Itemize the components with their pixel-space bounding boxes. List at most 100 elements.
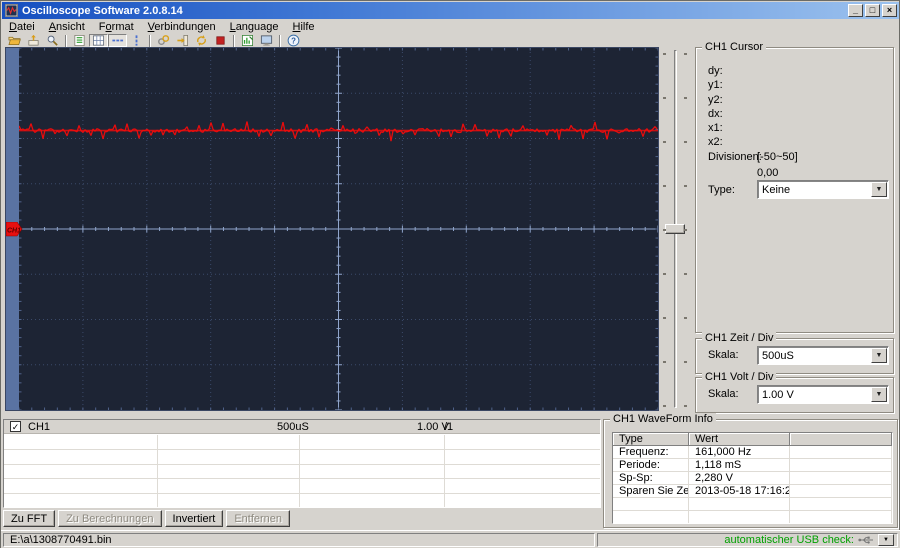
channel-buttons: Zu FFT Zu Berechnungen Invertiert Entfernen: [3, 510, 291, 528]
info-cell: [790, 511, 892, 523]
info-cell: Sparen Sie Zeit:: [613, 485, 689, 497]
connect-icon[interactable]: [154, 34, 173, 47]
list-row-empty[interactable]: [4, 450, 600, 465]
minimize-button[interactable]: _: [848, 4, 863, 17]
close-button[interactable]: ×: [882, 4, 897, 17]
grid-icon[interactable]: [89, 34, 108, 47]
info-cell: 2013-05-18 17:16:28: [689, 485, 790, 497]
open-folder-icon[interactable]: [5, 34, 24, 47]
horizontal-cursor-icon[interactable]: [108, 34, 127, 47]
cursor-type-select[interactable]: Keine ▼: [757, 180, 889, 199]
time-div-group: CH1 Zeit / Div Skala: 500uS ▼: [695, 332, 894, 374]
info-cell: 161,000 Hz: [689, 446, 790, 458]
refresh-icon[interactable]: [192, 34, 211, 47]
print-preview-icon[interactable]: [43, 34, 62, 47]
slider-thumb[interactable]: [665, 224, 685, 234]
to-calculations-button: Zu Berechnungen: [58, 510, 162, 527]
time-div-title: CH1 Zeit / Div: [702, 332, 777, 344]
info-header-cell[interactable]: Wert: [689, 433, 790, 446]
help-icon[interactable]: ?: [284, 34, 303, 47]
list-column-divider: [444, 435, 445, 507]
vertical-cursor-icon[interactable]: [127, 34, 146, 47]
menu-datei[interactable]: Datei: [2, 20, 42, 34]
open-file-path: E:\a\1308770491.bin: [10, 534, 112, 546]
slider-tick: [684, 317, 687, 319]
info-table-body: Frequenz: 161,000 Hz Periode: 1,118 mS Sp-Sp…: [613, 446, 892, 523]
waveform-info-group: CH1 WaveForm Info Type Wert Frequenz: 161,…: [603, 413, 898, 528]
to-fft-button[interactable]: Zu FFT: [3, 510, 56, 527]
slider-tick: [663, 53, 666, 55]
menu-format[interactable]: Format: [92, 20, 141, 34]
monitor-icon[interactable]: [257, 34, 276, 47]
channel-list-icon[interactable]: [70, 34, 89, 47]
save-icon[interactable]: [24, 34, 43, 47]
maximize-button[interactable]: □: [865, 4, 880, 17]
list-column-divider: [299, 435, 300, 507]
channel-row-ch1[interactable]: ✓ CH1 500uS 1.00 V /1: [4, 420, 600, 434]
info-header-cell[interactable]: [790, 433, 892, 446]
cursor-fields: dy: y1: y2: dx: x1: x2:: [696, 64, 893, 150]
chevron-down-icon[interactable]: ▼: [871, 182, 887, 197]
slider-tick: [684, 141, 687, 143]
import-icon[interactable]: [173, 34, 192, 47]
slider-tick: [684, 405, 687, 407]
status-usb-cell: automatischer USB check: ▼: [597, 533, 898, 547]
slider-tick: [684, 97, 687, 99]
cursor-field-x2: x2:: [708, 136, 723, 149]
chevron-down-icon[interactable]: ▼: [871, 348, 887, 363]
volt-div-title: CH1 Volt / Div: [702, 371, 777, 383]
chevron-down-icon[interactable]: ▼: [871, 387, 887, 402]
volt-scale-value: 1.00 V: [762, 388, 794, 401]
position-slider[interactable]: [661, 47, 689, 411]
usb-check-dropdown[interactable]: ▼: [878, 534, 894, 546]
menu-verbindungen[interactable]: Verbindungen: [141, 20, 223, 34]
menu-ansicht[interactable]: Ansicht: [42, 20, 92, 34]
channel-ground-marker[interactable]: CH1: [6, 222, 23, 237]
scope-display[interactable]: CH1: [5, 47, 659, 411]
list-row-empty[interactable]: [4, 494, 600, 507]
cursor-field-dx: dx:: [708, 107, 723, 120]
info-cell: [790, 498, 892, 510]
info-row: Sparen Sie Zeit:2013-05-18 17:16:28: [613, 485, 892, 498]
channel-name: CH1: [28, 421, 51, 433]
remove-button: Entfernen: [226, 510, 291, 527]
info-row: [613, 511, 892, 523]
window-title: Oscilloscope Software 2.0.8.14: [22, 4, 183, 17]
info-cell: [689, 511, 790, 523]
cursor-field-x1: x1:: [708, 122, 723, 135]
slider-tick: [663, 97, 666, 99]
svg-text:CH1: CH1: [7, 228, 21, 235]
usb-check-label: automatischer USB check:: [724, 534, 854, 546]
slider-tick: [663, 273, 666, 275]
list-row-empty[interactable]: [4, 435, 600, 450]
info-cell: [613, 498, 689, 510]
slider-tick: [684, 229, 687, 231]
inverted-button[interactable]: Invertiert: [164, 510, 224, 527]
list-row-empty[interactable]: [4, 479, 600, 495]
cursor-group: CH1 Cursor dy: y1: y2: dx: x1: x2: Divisionen…: [695, 41, 894, 333]
time-scale-select[interactable]: 500uS ▼: [757, 346, 889, 365]
info-header-cell[interactable]: Type: [613, 433, 689, 446]
list-row-empty[interactable]: [4, 465, 600, 480]
info-cell: [790, 446, 892, 458]
toolbar-separator: [65, 34, 67, 47]
info-cell: [790, 485, 892, 497]
stop-icon[interactable]: [211, 34, 230, 47]
menu-language[interactable]: Language: [223, 20, 286, 34]
waveform-info-title: CH1 WaveForm Info: [610, 413, 716, 425]
waveform-info-table: Type Wert Frequenz: 161,000 Hz Periode: 1,11…: [612, 432, 893, 524]
status-file-cell: E:\a\1308770491.bin: [3, 533, 595, 547]
scope-plot[interactable]: [19, 48, 658, 410]
info-cell: [790, 459, 892, 471]
divisions-range: [-50~50]: [757, 151, 798, 163]
right-panel: CH1 Cursor dy: y1: y2: dx: x1: x2: Divisionen…: [691, 41, 899, 417]
volt-scale-select[interactable]: 1.00 V ▼: [757, 385, 889, 404]
menu-hilfe[interactable]: Hilfe: [286, 20, 322, 34]
app-icon: [5, 4, 18, 17]
svg-text:?: ?: [291, 36, 296, 45]
divisions-value: 0,00: [757, 167, 779, 179]
toolbar-separator: [279, 34, 281, 47]
export-icon[interactable]: [238, 34, 257, 47]
slider-tick: [663, 405, 666, 407]
channel-visible-checkbox[interactable]: ✓: [10, 421, 21, 432]
